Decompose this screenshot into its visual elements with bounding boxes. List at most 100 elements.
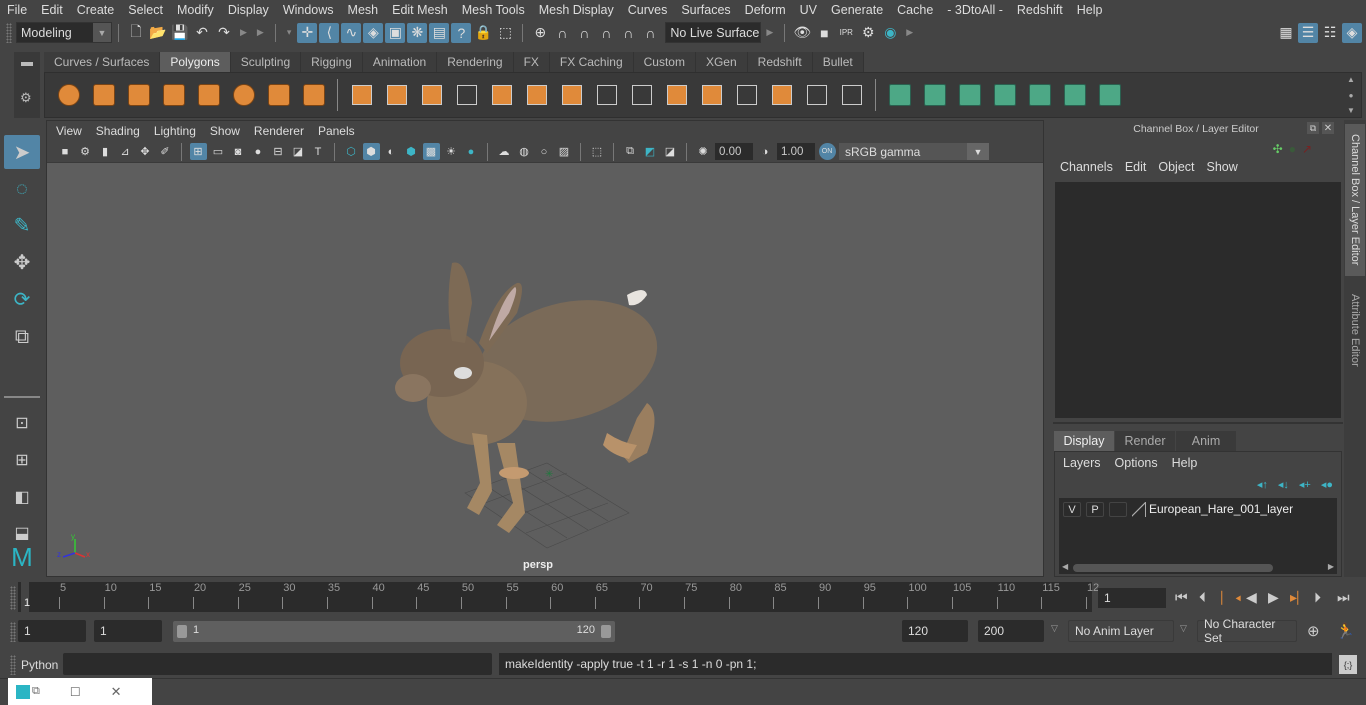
layout-uv-icon[interactable]	[1096, 81, 1124, 109]
open-scene-icon[interactable]: 📂	[148, 23, 168, 43]
menu-file[interactable]: File	[0, 3, 34, 17]
anti-aliasing-icon[interactable]: ○	[536, 143, 553, 160]
shelf-tab-sculpting[interactable]: Sculpting	[230, 52, 302, 72]
save-scene-icon[interactable]: 💾	[170, 23, 190, 43]
scroll-up-icon[interactable]: ▲	[1347, 75, 1355, 84]
camera-select-icon[interactable]: ■	[57, 143, 74, 160]
channel-box-menu-show[interactable]: Show	[1201, 160, 1244, 174]
edge-loop-icon[interactable]	[698, 81, 726, 109]
step-back-frame-icon[interactable]: ⏴	[1199, 589, 1206, 606]
layer-row[interactable]: V P European_Hare_001_layer	[1059, 498, 1337, 520]
select-tool-icon[interactable]: ➤	[4, 135, 40, 169]
default-material-icon[interactable]: ◐	[383, 143, 400, 160]
collapse-arrow-icon[interactable]: ▶	[766, 27, 773, 38]
shelf-tab-bullet[interactable]: Bullet	[812, 52, 864, 72]
bookmark-icon[interactable]: ▮	[97, 143, 114, 160]
menu-surfaces[interactable]: Surfaces	[674, 3, 737, 17]
viewport-persp[interactable]: View Shading Lighting Show Renderer Panels ■ …	[46, 120, 1044, 577]
paint-select-icon[interactable]: ✎	[4, 208, 40, 242]
menu-edit[interactable]: Edit	[34, 3, 70, 17]
xray-icon[interactable]: ⧉	[622, 143, 639, 160]
go-to-start-icon[interactable]: ⏮	[1175, 589, 1188, 606]
range-slider[interactable]: 1 120	[173, 621, 615, 642]
scroll-down-icon[interactable]: ▼	[1347, 106, 1355, 115]
exposure-icon[interactable]: ✺	[695, 143, 712, 160]
range-start-handle[interactable]	[177, 625, 187, 638]
move-tool-icon[interactable]: ✥	[4, 245, 40, 279]
smooth-icon[interactable]	[453, 81, 481, 109]
spherical-uv-icon[interactable]	[956, 81, 984, 109]
select-joints-icon[interactable]: ❋	[407, 22, 428, 43]
poly-pipe-icon[interactable]	[300, 81, 328, 109]
collapse-arrow-icon[interactable]: ▶	[257, 27, 264, 38]
lasso-select-icon[interactable]: ◌	[4, 172, 40, 206]
shelf-tabs-menu-icon[interactable]	[21, 62, 33, 66]
gamma-field[interactable]: 1.00	[777, 143, 815, 160]
step-back-key-icon[interactable]: ⎸◂	[1221, 589, 1241, 606]
step-forward-key-icon[interactable]: ▸⎸	[1290, 589, 1311, 606]
character-set-chevron-icon[interactable]: ▽	[1180, 623, 1187, 634]
gamma-icon[interactable]: ◑	[757, 143, 774, 160]
wireframe-on-shaded-icon[interactable]: ⬢	[403, 143, 420, 160]
modeling-toolkit-icon[interactable]: ▦	[1276, 23, 1296, 43]
scene-canvas[interactable]: ✳	[47, 163, 1043, 576]
image-plane-icon[interactable]: ⊿	[117, 143, 134, 160]
target-weld-icon[interactable]	[803, 81, 831, 109]
select-object-icon[interactable]: ⟨	[319, 22, 340, 43]
manipulator-icon[interactable]: ✣	[1273, 142, 1283, 156]
animation-preferences-icon[interactable]: 🏃	[1336, 622, 1355, 640]
side-tab-channel-box[interactable]: Channel Box / Layer Editor	[1345, 124, 1365, 276]
menu-deform[interactable]: Deform	[738, 3, 793, 17]
side-tab-attribute-editor[interactable]: Attribute Editor	[1345, 280, 1365, 380]
planar-uv-icon[interactable]	[886, 81, 914, 109]
shadows-icon[interactable]: ●	[463, 143, 480, 160]
select-hierarchy-icon[interactable]: ✛	[297, 22, 318, 43]
gate-mask-icon[interactable]: ●	[250, 143, 267, 160]
2d-pan-zoom-icon[interactable]: ✥	[137, 143, 154, 160]
snap-point-icon[interactable]: ∩	[574, 23, 594, 43]
viewport-menu-show[interactable]: Show	[203, 124, 247, 138]
rotate-tool-icon[interactable]: ⟳	[4, 282, 40, 316]
xray-active-components-icon[interactable]: ◩	[642, 143, 659, 160]
snap-view-icon[interactable]: ∩	[596, 23, 616, 43]
shelf-scroll[interactable]: ▲ ● ▼	[1345, 75, 1357, 115]
channel-box-area[interactable]	[1055, 182, 1341, 418]
safe-action-icon[interactable]: ◪	[290, 143, 307, 160]
grid-icon[interactable]: ⊞	[189, 143, 207, 160]
scroll-thumb[interactable]	[1073, 564, 1273, 572]
motion-blur-icon[interactable]: ◍	[516, 143, 533, 160]
tool-settings-icon[interactable]: ☷	[1320, 23, 1340, 43]
snap-grid-icon[interactable]: ⊕	[530, 23, 550, 43]
field-chart-icon[interactable]: ⊟	[270, 143, 287, 160]
render-frame-icon[interactable]: ■	[814, 23, 834, 43]
layer-name[interactable]: European_Hare_001_layer	[1149, 502, 1293, 516]
range-end-handle[interactable]	[601, 625, 611, 638]
playback-end-field[interactable]: 120	[902, 620, 968, 642]
four-view-layout-icon[interactable]: ⊞	[4, 443, 40, 477]
new-scene-icon[interactable]: 🗋	[126, 23, 146, 43]
close-window-icon[interactable]: ✕	[111, 684, 122, 700]
smooth-shade-icon[interactable]: ⬢	[362, 143, 380, 160]
poly-cone-icon[interactable]	[160, 81, 188, 109]
shelf-tab-polygons[interactable]: Polygons	[160, 52, 231, 72]
scroll-right-icon[interactable]: ▶	[1328, 562, 1334, 571]
wireframe-icon[interactable]: ⬡	[343, 143, 360, 160]
maximize-window-icon[interactable]: ☐	[70, 685, 81, 699]
menu-edit-mesh[interactable]: Edit Mesh	[385, 3, 455, 17]
snap-points-icon[interactable]: ◈	[363, 22, 384, 43]
append-icon[interactable]	[628, 81, 656, 109]
scale-tool-icon[interactable]: ⧉	[4, 320, 40, 354]
resolution-gate-icon[interactable]: ◙	[230, 143, 247, 160]
menu-redshift[interactable]: Redshift	[1010, 3, 1070, 17]
anim-layer-dropdown[interactable]: No Anim Layer	[1068, 620, 1174, 642]
auto-key-icon[interactable]: ⊕	[1307, 622, 1320, 640]
combine-icon[interactable]	[348, 81, 376, 109]
unfold-uv-icon[interactable]	[1026, 81, 1054, 109]
move-layer-down-icon[interactable]: ◂↓	[1278, 478, 1289, 491]
poly-sphere-icon[interactable]	[55, 81, 83, 109]
chevron-down-icon[interactable]: ▾	[287, 27, 292, 38]
bridge-icon[interactable]	[593, 81, 621, 109]
highlight-selection-icon[interactable]: ⬚	[495, 23, 515, 43]
shelf-tab-rendering[interactable]: Rendering	[437, 52, 514, 72]
separate-icon[interactable]	[383, 81, 411, 109]
